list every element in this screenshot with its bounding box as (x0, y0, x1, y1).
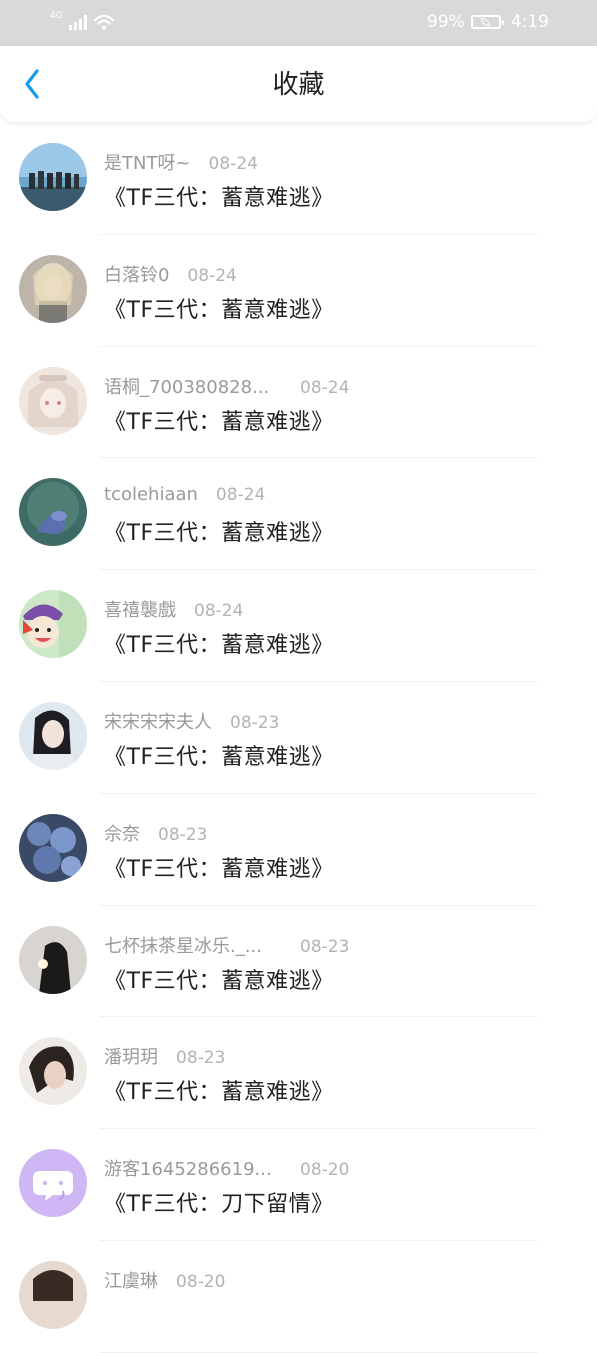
date: 08-24 (300, 377, 350, 398)
user-name[interactable]: 潘玥玥 (104, 1043, 158, 1069)
avatar[interactable] (19, 1037, 87, 1106)
date: 08-24 (208, 154, 258, 174)
book-title[interactable]: 《TF三代：蓄意难逃》 (104, 1074, 334, 1106)
status-left: 4G (50, 12, 115, 30)
item-meta: 佘奈 08-23 (104, 820, 207, 846)
avatar[interactable] (19, 254, 87, 323)
app-header: 收藏 (0, 46, 597, 122)
avatar[interactable] (19, 143, 87, 211)
favorites-list: 是TNT呀~ 08-24 《TF三代：蓄意难逃》 白落铃0 08-24 《TF三… (0, 123, 597, 1353)
book-title[interactable]: 《TF三代：蓄意难逃》 (104, 851, 334, 883)
list-item[interactable]: 潘玥玥 08-23 《TF三代：蓄意难逃》 (0, 1017, 597, 1129)
chat-bubble-icon (19, 1149, 87, 1218)
date: 08-20 (176, 1271, 226, 1292)
list-item[interactable]: 白落铃0 08-24 《TF三代：蓄意难逃》 (0, 235, 597, 347)
item-meta: 白落铃0 08-24 (104, 261, 237, 287)
item-meta: 游客1645286619... 08-20 (104, 1155, 349, 1181)
avatar[interactable] (19, 701, 87, 770)
date: 08-24 (194, 601, 244, 622)
user-name[interactable]: 白落铃0 (104, 261, 169, 287)
page-title: 收藏 (272, 70, 325, 100)
list-item[interactable]: 语桐_700380828... 08-24 《TF三代：蓄意难逃》 (0, 347, 597, 459)
user-name[interactable]: 七杯抹茶星冰乐._... (104, 932, 300, 958)
battery-percent: 99% (427, 12, 465, 32)
avatar[interactable] (19, 925, 87, 994)
book-title[interactable]: 《TF三代：蓄意难逃》 (104, 292, 334, 324)
item-meta: 喜禧襲戲 08-24 (104, 596, 243, 622)
avatar[interactable] (19, 1260, 87, 1329)
user-name[interactable]: 喜禧襲戲 (104, 596, 176, 622)
list-item[interactable]: 宋宋宋宋夫人 08-23 《TF三代：蓄意难逃》 (0, 682, 597, 794)
avatar[interactable] (19, 478, 87, 547)
avatar[interactable] (19, 366, 87, 435)
avatar[interactable] (19, 813, 87, 882)
book-title[interactable]: 《TF三代：蓄意难逃》 (104, 180, 334, 212)
date: 08-23 (176, 1048, 226, 1069)
user-name[interactable]: 佘奈 (104, 820, 140, 846)
book-title[interactable]: 《TF三代：蓄意难逃》 (104, 515, 334, 547)
item-meta: 语桐_700380828... 08-24 (104, 373, 349, 399)
avatar[interactable] (19, 1149, 87, 1218)
book-title[interactable]: 《TF三代：蓄意难逃》 (104, 404, 334, 436)
book-title[interactable]: 《TF三代：蓄意难逃》 (104, 739, 334, 771)
list-item[interactable]: 喜禧襲戲 08-24 《TF三代：蓄意难逃》 (0, 570, 597, 682)
book-title[interactable]: 《TF三代：蓄意难逃》 (104, 627, 334, 659)
item-meta: 宋宋宋宋夫人 08-23 (104, 708, 279, 734)
book-title[interactable]: 《TF三代：刀下留情》 (104, 1186, 334, 1218)
date: 08-23 (158, 824, 208, 845)
user-name[interactable]: 宋宋宋宋夫人 (104, 708, 212, 734)
status-right: 99% 4:19 (427, 12, 549, 32)
list-item[interactable]: tcolehiaan 08-24 《TF三代：蓄意难逃》 (0, 458, 597, 570)
item-meta: 是TNT呀~ 08-24 (104, 149, 258, 175)
list-item[interactable]: 七杯抹茶星冰乐._... 08-23 《TF三代：蓄意难逃》 (0, 906, 597, 1018)
clock: 4:19 (510, 12, 549, 32)
list-item[interactable]: 佘奈 08-23 《TF三代：蓄意难逃》 (0, 794, 597, 906)
book-title[interactable]: 《TF三代：蓄意难逃》 (104, 963, 334, 995)
list-item[interactable]: 江虞琳 08-20 (0, 1241, 597, 1353)
status-bar: 4G 99% 4:19 (0, 0, 597, 46)
item-meta: tcolehiaan 08-24 (104, 484, 265, 505)
item-meta: 潘玥玥 08-23 (104, 1043, 225, 1069)
user-name[interactable]: 是TNT呀~ (104, 149, 191, 175)
date: 08-24 (187, 265, 237, 286)
wifi-icon (93, 14, 114, 30)
item-meta: 七杯抹茶星冰乐._... 08-23 (104, 932, 349, 958)
signal-icon (68, 14, 87, 30)
network-type: 4G (50, 11, 63, 21)
avatar[interactable] (19, 590, 87, 659)
date: 08-23 (300, 936, 350, 957)
date: 08-20 (300, 1160, 350, 1181)
user-name[interactable]: 游客1645286619... (104, 1155, 300, 1181)
user-name[interactable]: 语桐_700380828... (104, 373, 300, 399)
battery-icon (470, 15, 504, 29)
date: 08-24 (215, 485, 266, 506)
list-item[interactable]: 游客1645286619... 08-20 《TF三代：刀下留情》 (0, 1129, 597, 1241)
user-name[interactable]: tcolehiaan (104, 484, 198, 505)
date: 08-23 (230, 712, 280, 733)
list-item[interactable]: 是TNT呀~ 08-24 《TF三代：蓄意难逃》 (0, 123, 597, 235)
